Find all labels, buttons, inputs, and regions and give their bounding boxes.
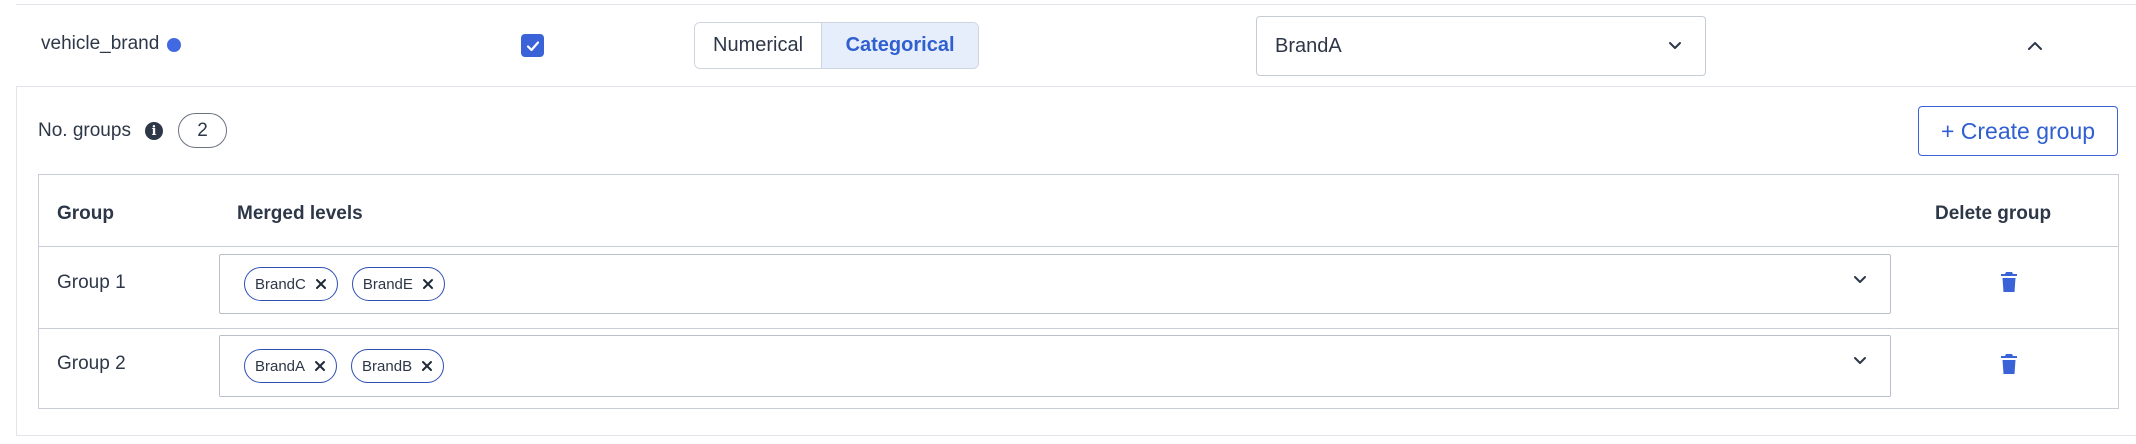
numerical-toggle-button[interactable]: Numerical	[695, 23, 823, 68]
groups-table: Group Merged levels Delete group Group 1…	[38, 174, 2119, 409]
variable-name: vehicle_brand	[41, 33, 160, 54]
group-name: Group 2	[57, 353, 126, 374]
column-header-merged-levels: Merged levels	[237, 203, 363, 224]
level-chip: BrandC	[244, 267, 338, 301]
divider	[16, 86, 2136, 87]
chevron-down-icon[interactable]	[1852, 352, 1868, 368]
divider	[16, 86, 17, 436]
close-icon[interactable]	[315, 278, 327, 290]
divider	[16, 4, 2136, 5]
check-icon	[526, 40, 539, 51]
close-icon[interactable]	[422, 278, 434, 290]
type-toggle: Numerical Categorical	[694, 22, 979, 69]
base-level-value: BrandA	[1275, 34, 1342, 57]
info-icon[interactable]: i	[145, 122, 163, 140]
level-chip: BrandA	[244, 349, 338, 383]
divider	[39, 246, 2118, 247]
merged-levels-select[interactable]: BrandA BrandB	[219, 335, 1891, 397]
categorical-toggle-button[interactable]: Categorical	[822, 23, 978, 68]
trash-icon[interactable]	[2000, 353, 2018, 375]
base-level-select[interactable]: BrandA	[1256, 16, 1706, 76]
groups-count-label: No. groups	[38, 120, 131, 141]
status-dot	[167, 38, 181, 52]
group-name: Group 1	[57, 272, 126, 293]
chevron-up-icon[interactable]	[2026, 37, 2044, 55]
create-group-button[interactable]: + Create group	[1918, 106, 2118, 156]
close-icon[interactable]	[314, 360, 326, 372]
level-chip: BrandE	[351, 267, 445, 301]
variable-panel: vehicle_brand Numerical Categorical Bran…	[16, 0, 2136, 444]
level-chip-label: BrandA	[255, 357, 306, 375]
close-icon[interactable]	[421, 360, 433, 372]
include-checkbox[interactable]	[521, 34, 544, 57]
level-chip-label: BrandB	[362, 357, 413, 375]
divider	[16, 435, 2136, 436]
column-header-delete-group: Delete group	[1935, 203, 2052, 224]
divider	[39, 328, 2118, 329]
chevron-down-icon[interactable]	[1852, 271, 1868, 287]
level-chip-label: BrandC	[255, 275, 306, 293]
groups-count-badge: 2	[178, 113, 227, 148]
level-chip: BrandB	[351, 349, 445, 383]
chevron-down-icon	[1669, 42, 1681, 49]
trash-icon[interactable]	[2000, 271, 2018, 293]
column-header-group: Group	[57, 203, 114, 224]
level-chip-label: BrandE	[362, 275, 413, 293]
merged-levels-select[interactable]: BrandC BrandE	[219, 254, 1891, 314]
